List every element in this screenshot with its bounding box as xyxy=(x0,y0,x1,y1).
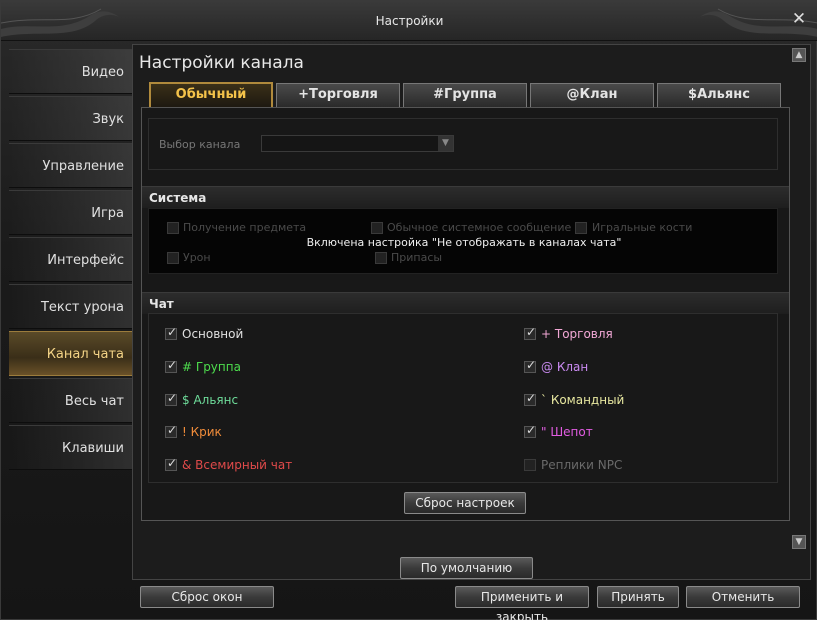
sidebar-item-label: Интерфейс xyxy=(47,253,124,268)
sidebar-item-chat-channel[interactable]: Канал чата xyxy=(9,331,141,376)
chat-item-label: + Торговля xyxy=(541,327,613,341)
system-disabled-notice: Включена настройка "Не отображать в кана… xyxy=(306,236,622,249)
system-checkbox xyxy=(371,222,383,234)
sidebar-item-damage-text[interactable]: Текст урона xyxy=(9,284,133,329)
window-title: Настройки xyxy=(375,14,444,28)
system-item-label: Припасы xyxy=(391,251,443,264)
close-icon[interactable]: ✕ xyxy=(790,10,808,28)
chat-heading: Чат xyxy=(142,292,789,314)
sidebar-item-all-chat[interactable]: Весь чат xyxy=(9,378,133,423)
apply-close-button[interactable]: Применить и закрыть xyxy=(455,586,589,620)
settings-window: Настройки ✕ Видео Звук Управление Игра И… xyxy=(0,0,817,620)
sidebar-item-label: Звук xyxy=(92,112,124,127)
chat-checkbox[interactable] xyxy=(165,358,177,373)
cancel-button[interactable]: Отменить xyxy=(686,586,800,608)
system-item-label: Получение предмета xyxy=(183,221,307,234)
sidebar-item-interface[interactable]: Интерфейс xyxy=(9,237,133,282)
page-title: Настройки канала xyxy=(139,53,304,73)
tab-trade[interactable]: +Торговля xyxy=(276,83,400,107)
chat-item-label: ! Крик xyxy=(182,425,222,439)
chat-checkbox[interactable] xyxy=(524,325,536,340)
sidebar-item-label: Весь чат xyxy=(64,394,124,409)
chat-checkbox[interactable] xyxy=(524,358,536,373)
system-item-label: Урон xyxy=(183,251,211,264)
chat-checkbox[interactable] xyxy=(165,325,177,340)
main-panel: ▲ Настройки канала Обычный +Торговля #Гр… xyxy=(132,44,811,580)
sidebar-item-controls[interactable]: Управление xyxy=(9,143,133,188)
chat-item-label: $ Альянс xyxy=(182,393,239,407)
chat-checkbox[interactable] xyxy=(165,456,177,471)
sidebar-item-label: Клавиши xyxy=(62,441,124,456)
titlebar: Настройки ✕ xyxy=(1,1,817,41)
chat-item-label: ` Командный xyxy=(541,393,625,407)
reset-windows-button[interactable]: Сброс окон xyxy=(140,586,274,608)
system-heading: Система xyxy=(142,186,789,208)
system-checkbox xyxy=(167,222,179,234)
scroll-down-icon[interactable]: ▼ xyxy=(792,535,806,549)
system-checkbox xyxy=(575,222,587,234)
chat-checkbox[interactable] xyxy=(524,459,536,471)
system-item-label: Обычное системное сообщение xyxy=(387,221,572,234)
chat-checkbox[interactable] xyxy=(524,391,536,406)
chat-item-label: Реплики NPC xyxy=(541,458,623,472)
system-checkbox xyxy=(375,252,387,264)
sidebar-item-sound[interactable]: Звук xyxy=(9,96,133,141)
sidebar-item-label: Игра xyxy=(91,206,124,221)
system-item-label: Игральные кости xyxy=(592,221,693,234)
chat-item-label: " Шепот xyxy=(541,425,593,439)
channel-select-box: Выбор канала ▼ xyxy=(148,118,778,170)
chat-checkbox[interactable] xyxy=(524,423,536,438)
sidebar-item-game[interactable]: Игра xyxy=(9,190,133,235)
chat-item-label: Основной xyxy=(182,327,244,341)
system-box: Получение предмета Обычное системное соо… xyxy=(148,208,778,274)
reset-settings-button[interactable]: Сброс настроек xyxy=(404,492,526,514)
sidebar-item-label: Текст урона xyxy=(40,300,124,315)
sidebar-item-label: Видео xyxy=(81,65,124,80)
sidebar-item-label: Управление xyxy=(42,159,124,174)
chat-item-label: # Группа xyxy=(182,360,241,374)
sidebar-item-video[interactable]: Видео xyxy=(9,49,133,94)
channel-select-label: Выбор канала xyxy=(159,138,241,151)
sidebar: Видео Звук Управление Игра Интерфейс Тек… xyxy=(9,49,141,579)
tab-normal[interactable]: Обычный xyxy=(149,82,273,108)
system-checkbox xyxy=(167,252,179,264)
tab-clan[interactable]: @Клан xyxy=(530,83,654,107)
default-button[interactable]: По умолчанию xyxy=(400,557,533,579)
tab-group[interactable]: #Группа xyxy=(403,83,527,107)
channel-select[interactable]: ▼ xyxy=(261,135,454,152)
tab-alliance[interactable]: $Альянс xyxy=(657,83,781,107)
tab-bar: Обычный +Торговля #Группа @Клан $Альянс xyxy=(149,82,783,108)
tab-content: Выбор канала ▼ Система Получение предмет… xyxy=(141,107,790,521)
chat-item-label: @ Клан xyxy=(541,360,589,374)
apply-button[interactable]: Принять xyxy=(597,586,679,608)
chat-item-label: & Всемирный чат xyxy=(182,458,293,472)
chat-checkbox[interactable] xyxy=(165,423,177,438)
chevron-down-icon[interactable]: ▼ xyxy=(438,136,453,151)
scroll-up-icon[interactable]: ▲ xyxy=(792,48,806,62)
chat-box: Основной + Торговля # Группа @ Клан $ Ал… xyxy=(148,313,778,483)
sidebar-item-keys[interactable]: Клавиши xyxy=(9,425,133,470)
sidebar-item-label: Канал чата xyxy=(46,347,124,362)
chat-checkbox[interactable] xyxy=(165,391,177,406)
